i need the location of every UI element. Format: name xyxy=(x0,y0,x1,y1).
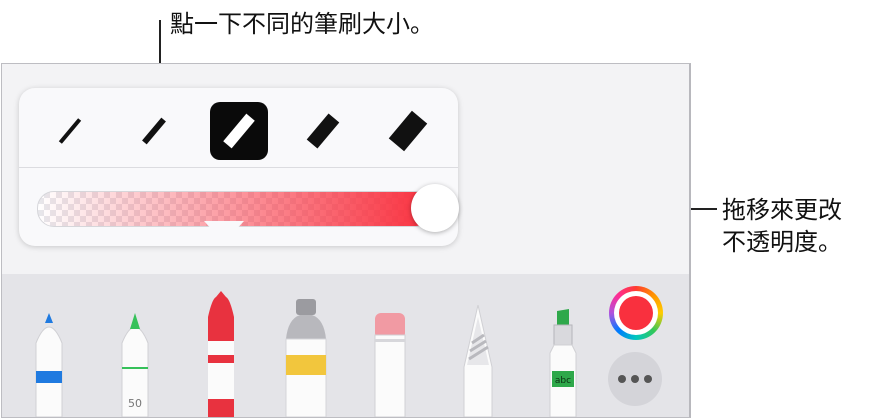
pen-tool[interactable] xyxy=(32,307,66,417)
crayon-icon xyxy=(208,291,234,417)
markup-toolbar: 50 abc xyxy=(2,274,689,417)
ellipsis-icon xyxy=(644,375,652,383)
opacity-slider-thumb[interactable] xyxy=(411,184,459,232)
current-color-swatch xyxy=(619,296,653,330)
marker-label: abc xyxy=(555,376,571,386)
ellipsis-icon xyxy=(631,375,639,383)
brush-size-4-button[interactable] xyxy=(294,102,352,160)
crayon-tool[interactable] xyxy=(204,289,238,417)
annotation-opacity-line1: 拖移來更改 xyxy=(722,196,842,224)
brush-size-4-icon xyxy=(306,113,340,149)
brush-size-5-icon xyxy=(388,110,428,152)
brush-size-1-button[interactable] xyxy=(41,102,99,160)
monoline-tool[interactable]: 50 xyxy=(118,307,152,417)
brush-size-2-icon xyxy=(142,117,166,145)
marker-tool[interactable]: abc xyxy=(546,309,580,417)
brush-size-2-button[interactable] xyxy=(125,102,183,160)
marker-icon: abc xyxy=(549,309,577,417)
brush-size-5-button[interactable] xyxy=(379,102,437,160)
annotation-brush-size: 點一下不同的筆刷大小。 xyxy=(170,10,434,38)
ellipsis-icon xyxy=(618,375,626,383)
monoline-icon: 50 xyxy=(121,313,149,417)
popover-divider xyxy=(19,167,458,168)
popover-arrow xyxy=(204,221,244,243)
brush-size-3-button[interactable] xyxy=(210,102,268,160)
drawing-screen: 50 abc xyxy=(1,63,691,418)
paint-tube-icon xyxy=(285,299,327,417)
annotation-opacity-line2: 不透明度。 xyxy=(722,228,842,256)
monoline-width-label: 50 xyxy=(128,397,142,410)
color-wheel-icon xyxy=(614,291,658,335)
eraser-tool[interactable] xyxy=(373,313,407,417)
pen-icon xyxy=(35,313,63,417)
pencil-tool[interactable] xyxy=(461,305,495,417)
more-options-button[interactable] xyxy=(608,352,662,406)
brush-size-3-icon xyxy=(223,113,255,149)
brush-size-1-icon xyxy=(58,118,82,144)
pencil-icon xyxy=(463,305,493,417)
eraser-icon xyxy=(374,313,406,417)
color-picker-button[interactable] xyxy=(609,286,663,340)
paint-tool[interactable] xyxy=(284,299,328,417)
annotation-opacity: 拖移來更改 不透明度。 xyxy=(722,194,842,258)
